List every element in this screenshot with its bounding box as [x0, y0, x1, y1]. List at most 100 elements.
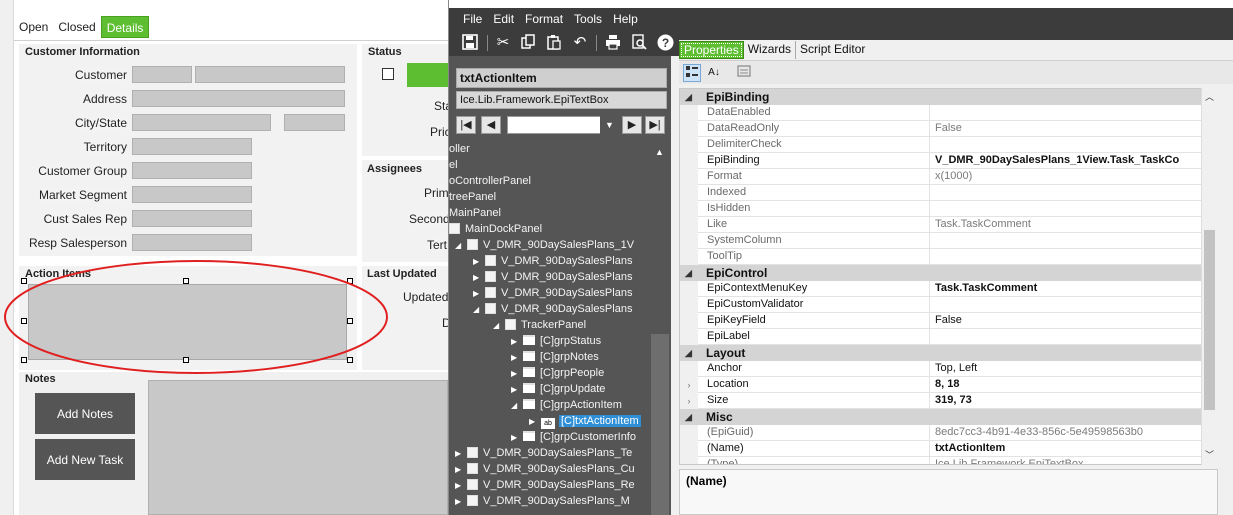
expand-arrow-icon[interactable]: ▶ [511, 366, 523, 382]
customer-group-field[interactable] [132, 162, 252, 179]
tree-item[interactable]: MainPanel [449, 205, 501, 221]
property-row[interactable]: Format x(1000) [680, 169, 1217, 185]
territory-field[interactable] [132, 138, 252, 155]
resize-handle-e[interactable] [347, 318, 353, 324]
tree-item[interactable]: MainDockPanel [449, 221, 542, 237]
property-value[interactable] [935, 249, 1217, 265]
menu-tools[interactable]: Tools [574, 12, 602, 26]
tree-item[interactable]: ▶ [C]grpUpdate [511, 381, 605, 397]
tree-item[interactable]: ▶ V_DMR_90DaySalesPlans [473, 269, 632, 285]
property-value[interactable] [935, 233, 1217, 249]
tree-item[interactable]: ▶ [C]grpCustomerInfo [511, 429, 636, 445]
collapse-arrow-icon[interactable]: ◢ [685, 265, 692, 281]
property-row[interactable]: DelimiterCheck [680, 137, 1217, 153]
property-grid-scrollbar-thumb[interactable] [1204, 230, 1215, 410]
tree-item[interactable]: ◢ [C]grpActionItem [511, 397, 622, 413]
resize-handle-ne[interactable] [347, 278, 353, 284]
expand-arrow-icon[interactable]: › [680, 393, 698, 409]
property-value[interactable] [935, 329, 1217, 345]
property-row[interactable]: DataEnabled [680, 105, 1217, 121]
resize-handle-w[interactable] [21, 318, 27, 324]
property-row[interactable]: EpiLabel [680, 329, 1217, 345]
tree-item[interactable]: ▶ V_DMR_90DaySalesPlans_Re [455, 477, 635, 493]
property-value[interactable] [935, 185, 1217, 201]
tree-item[interactable]: ▶ [C]grpStatus [511, 333, 601, 349]
expand-arrow-icon[interactable]: ▶ [511, 382, 523, 398]
tree-item[interactable]: ▶ V_DMR_90DaySalesPlans [473, 285, 632, 301]
expand-arrow-icon[interactable]: ▶ [455, 478, 467, 494]
expand-arrow-icon[interactable]: ▶ [473, 270, 485, 286]
property-value[interactable]: 8, 18 [935, 377, 1217, 393]
property-category[interactable]: ◢ Misc [680, 409, 1217, 425]
menu-help[interactable]: Help [613, 12, 638, 26]
print-preview-icon[interactable] [630, 34, 648, 52]
status-checkbox[interactable] [382, 68, 394, 80]
menu-format[interactable]: Format [525, 12, 563, 26]
property-row[interactable]: EpiKeyField False [680, 313, 1217, 329]
property-value[interactable]: V_DMR_90DaySalesPlans_1View.Task_TaskCo [935, 153, 1217, 169]
undo-icon[interactable]: ↶ [571, 34, 589, 52]
expand-arrow-icon[interactable]: ▶ [473, 254, 485, 270]
tree-item[interactable]: ▶ V_DMR_90DaySalesPlans_M [455, 493, 630, 509]
help-icon[interactable]: ? [656, 34, 674, 52]
customer-id-field[interactable] [132, 66, 192, 83]
property-row[interactable]: (EpiGuid) 8edc7cc3-4b91-4e33-856c-5e49598… [680, 425, 1217, 441]
expand-arrow-icon[interactable]: ▶ [455, 494, 467, 510]
customer-name-field[interactable] [195, 66, 345, 83]
save-icon[interactable] [461, 34, 479, 52]
market-segment-field[interactable] [132, 186, 252, 203]
tree-item[interactable]: ▶ V_DMR_90DaySalesPlans [473, 253, 632, 269]
property-category[interactable]: ◢ EpiControl [680, 265, 1217, 281]
print-icon[interactable] [604, 34, 622, 52]
resize-handle-sw[interactable] [21, 357, 27, 363]
resize-handle-n[interactable] [183, 278, 189, 284]
tree-item[interactable]: ▶ V_DMR_90DaySalesPlans_Cu [455, 461, 635, 477]
tab-closed[interactable]: Closed [53, 16, 100, 38]
collapse-arrow-icon[interactable]: ◢ [473, 302, 485, 318]
resize-handle-se[interactable] [347, 357, 353, 363]
property-row[interactable]: (Name) txtActionItem [680, 441, 1217, 457]
property-value[interactable] [935, 297, 1217, 313]
add-new-task-button[interactable]: Add New Task [35, 439, 135, 480]
scroll-down-icon[interactable]: ﹀ [1205, 448, 1214, 461]
property-pages-icon[interactable] [735, 64, 753, 82]
collapse-arrow-icon[interactable]: ◢ [455, 238, 467, 254]
tree-item[interactable]: treePanel [449, 189, 496, 205]
property-row[interactable]: › Size 319, 73 [680, 393, 1217, 409]
next-record-button[interactable]: ▶ [622, 116, 642, 134]
action-item-textbox[interactable] [28, 284, 347, 360]
control-tree[interactable]: oller el oControllerPanel treePanel MainPane… [449, 144, 671, 515]
tab-properties[interactable]: Properties [679, 41, 744, 59]
address-field[interactable] [132, 90, 345, 107]
city-field[interactable] [132, 114, 271, 131]
tab-open[interactable]: Open [14, 16, 53, 38]
expand-arrow-icon[interactable]: ▶ [529, 414, 541, 430]
cut-icon[interactable]: ✂ [494, 34, 512, 52]
notes-grid[interactable] [148, 380, 448, 515]
sort-alphabetical-icon[interactable]: A↓ [705, 64, 723, 82]
tab-script-editor[interactable]: Script Editor [796, 41, 869, 59]
property-row[interactable]: › Location 8, 18 [680, 377, 1217, 393]
menu-edit[interactable]: Edit [493, 12, 514, 26]
first-record-button[interactable]: |◀ [456, 116, 476, 134]
scroll-up-icon[interactable]: ▲ [655, 147, 664, 157]
property-row[interactable]: DataReadOnly False [680, 121, 1217, 137]
property-value[interactable]: 319, 73 [935, 393, 1217, 409]
tree-item[interactable]: ◢ TrackerPanel [493, 317, 586, 333]
paste-icon[interactable] [545, 34, 563, 52]
collapse-arrow-icon[interactable]: ◢ [493, 318, 505, 334]
property-value[interactable]: Task.TaskComment [935, 217, 1217, 233]
property-row[interactable]: Like Task.TaskComment [680, 217, 1217, 233]
expand-arrow-icon[interactable]: ▶ [473, 286, 485, 302]
collapse-arrow-icon[interactable]: ◢ [511, 398, 523, 414]
expand-arrow-icon[interactable]: ▶ [455, 446, 467, 462]
property-category[interactable]: ◢ Layout [680, 345, 1217, 361]
add-notes-button[interactable]: Add Notes [35, 393, 135, 434]
property-row[interactable]: IsHidden [680, 201, 1217, 217]
tree-item[interactable]: ◢ V_DMR_90DaySalesPlans_1V [455, 237, 634, 253]
property-row[interactable]: ToolTip [680, 249, 1217, 265]
property-value[interactable] [935, 137, 1217, 153]
scroll-up-icon[interactable]: ︿ [1205, 90, 1214, 103]
collapse-arrow-icon[interactable]: ◢ [685, 89, 692, 105]
collapse-arrow-icon[interactable]: ◢ [685, 409, 692, 425]
